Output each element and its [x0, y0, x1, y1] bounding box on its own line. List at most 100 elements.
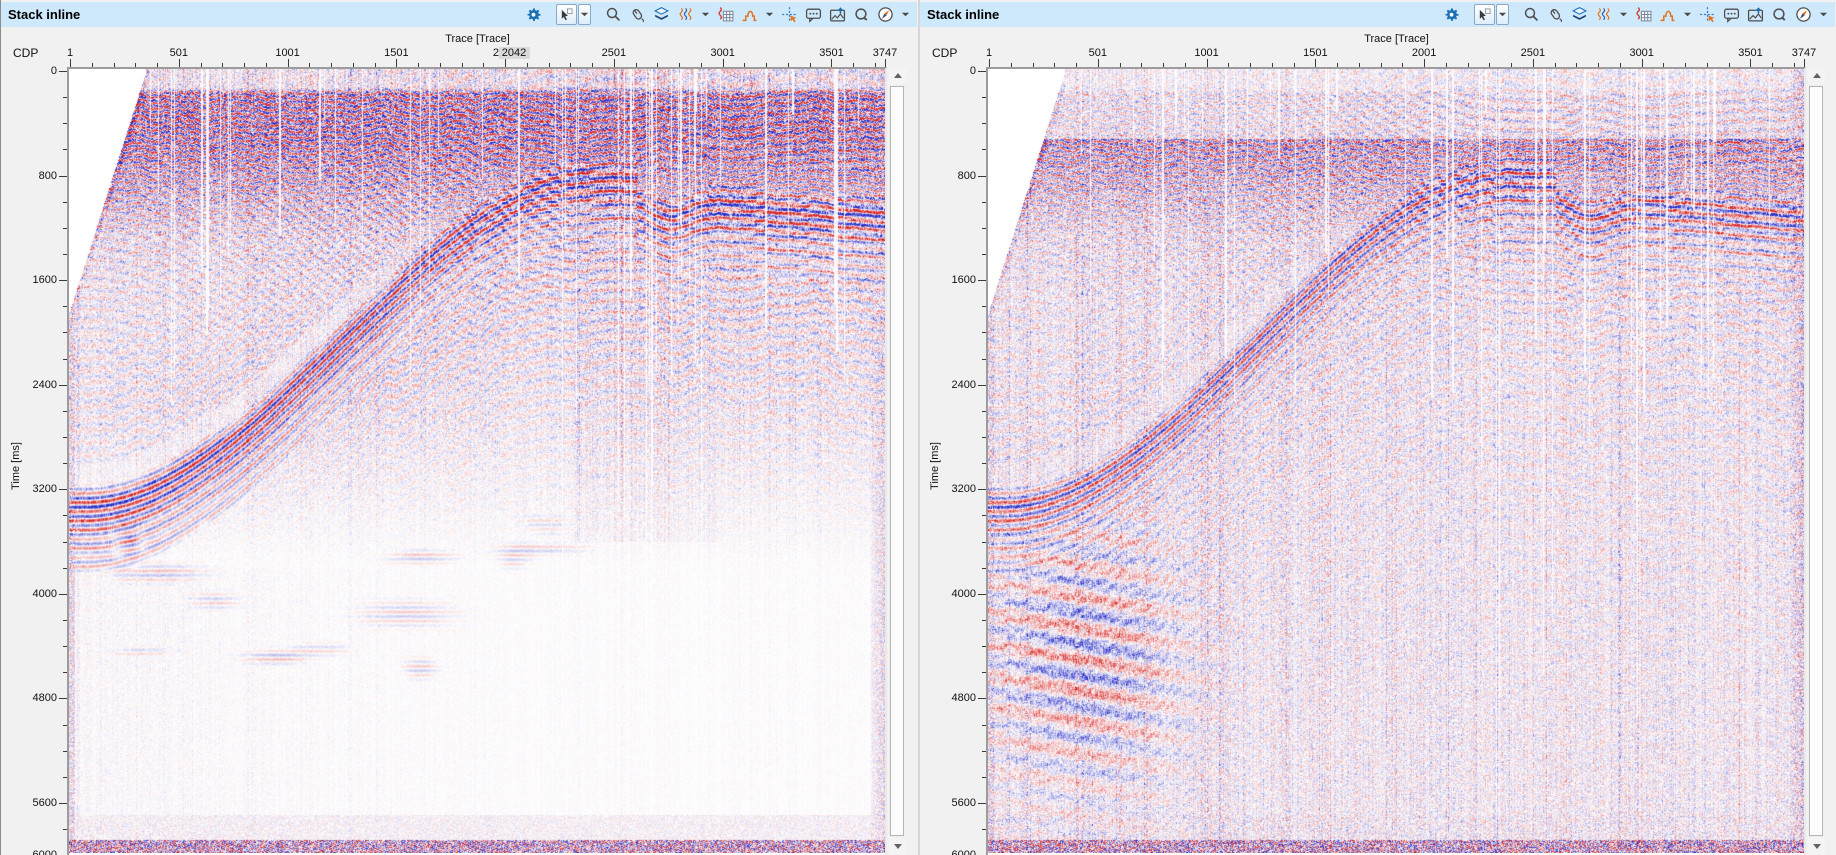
y-minor-tick — [982, 515, 986, 516]
x-tick-label: 1501 — [384, 47, 408, 59]
selection-mode-icon[interactable] — [556, 4, 577, 25]
y-minor-tick — [982, 542, 986, 543]
x-minor-tick — [440, 63, 441, 67]
x-minor-tick — [114, 63, 115, 67]
cdp-corner-label: CDP — [13, 46, 38, 60]
y-minor-tick — [63, 202, 67, 203]
layers-icon[interactable] — [651, 4, 672, 25]
y-tick-label: 1600 — [936, 274, 976, 286]
scrollbar-thumb[interactable] — [890, 86, 904, 836]
mouse-control-icon[interactable] — [627, 4, 648, 25]
y-minor-tick — [982, 149, 986, 150]
trace-table-icon[interactable] — [715, 4, 736, 25]
y-tick-mark — [978, 385, 986, 386]
x-minor-tick — [1033, 63, 1034, 67]
y-tick-label: 1600 — [17, 274, 57, 286]
compass-dropdown[interactable] — [899, 4, 912, 25]
x-minor-tick — [1729, 63, 1730, 67]
export-image-icon[interactable] — [827, 4, 848, 25]
annotations-icon[interactable] — [1721, 4, 1742, 25]
selection-mode-dropdown[interactable] — [578, 4, 591, 25]
y-minor-tick — [63, 568, 67, 569]
panel-title: Stack inline — [8, 7, 80, 22]
y-minor-tick — [63, 332, 67, 333]
wiggle-display-dropdown[interactable] — [699, 4, 712, 25]
scroll-up-button[interactable] — [1808, 67, 1825, 84]
panel-title: Stack inline — [927, 7, 999, 22]
x-minor-tick — [1381, 63, 1382, 67]
x-minor-tick — [201, 63, 202, 67]
zoom-icon[interactable] — [1521, 4, 1542, 25]
y-tick-mark — [59, 698, 67, 699]
x-tick-mark — [1750, 59, 1751, 67]
seismic-plot-frame — [986, 67, 1806, 855]
x-tick-mark — [70, 59, 71, 67]
amplitude-histogram-icon[interactable] — [1657, 4, 1678, 25]
zoom-icon[interactable] — [603, 4, 624, 25]
wiggle-display-icon[interactable] — [675, 4, 696, 25]
amplitude-histogram-icon[interactable] — [739, 4, 760, 25]
x-minor-tick — [266, 63, 267, 67]
x-minor-tick — [222, 63, 223, 67]
export-image-icon[interactable] — [1745, 4, 1766, 25]
cursor-tracking-icon[interactable] — [779, 4, 800, 25]
compass-icon[interactable] — [875, 4, 896, 25]
panel-titlebar: Stack inline — [1, 2, 917, 27]
cursor-tracking-icon[interactable] — [1697, 4, 1718, 25]
y-minor-tick — [982, 751, 986, 752]
wiggle-display-dropdown[interactable] — [1617, 4, 1630, 25]
compass-dropdown[interactable] — [1817, 4, 1830, 25]
y-minor-tick — [982, 646, 986, 647]
scroll-up-button[interactable] — [889, 67, 906, 84]
layers-icon[interactable] — [1569, 4, 1590, 25]
x-tick-label: 501 — [170, 47, 188, 59]
amplitude-histogram-dropdown[interactable] — [763, 4, 776, 25]
y-minor-tick — [63, 515, 67, 516]
x-minor-tick — [570, 63, 571, 67]
y-tick-mark — [978, 594, 986, 595]
panel-toolbar — [1441, 4, 1830, 25]
vertical-scrollbar[interactable] — [889, 67, 906, 855]
x-minor-tick — [1620, 63, 1621, 67]
x-minor-tick — [418, 63, 419, 67]
x-minor-tick — [875, 63, 876, 67]
y-minor-tick — [63, 542, 67, 543]
seismic-section-canvas[interactable] — [69, 69, 885, 853]
scroll-down-button[interactable] — [1808, 838, 1825, 855]
x-minor-tick — [462, 63, 463, 67]
compass-icon[interactable] — [1793, 4, 1814, 25]
x-tick-label: 3747 — [873, 47, 897, 59]
y-tick-mark — [978, 803, 986, 804]
y-minor-tick — [982, 411, 986, 412]
x-tick-mark — [505, 59, 506, 67]
scrollbar-thumb[interactable] — [1809, 86, 1823, 836]
cursor-trace-readout: 2042 — [499, 47, 529, 59]
annotations-icon[interactable] — [803, 4, 824, 25]
y-minor-tick — [982, 672, 986, 673]
vertical-scrollbar[interactable] — [1808, 67, 1825, 855]
mouse-control-icon[interactable] — [1545, 4, 1566, 25]
x-minor-tick — [1120, 63, 1121, 67]
seismic-section-canvas[interactable] — [988, 69, 1804, 853]
x-minor-tick — [1076, 63, 1077, 67]
x-tick-label: 3001 — [1629, 47, 1653, 59]
x-minor-tick — [157, 63, 158, 67]
trace-table-icon[interactable] — [1633, 4, 1654, 25]
x-minor-tick — [657, 63, 658, 67]
x-tick-mark — [1804, 59, 1805, 67]
y-minor-tick — [982, 359, 986, 360]
y-minor-tick — [63, 725, 67, 726]
zoom-region-icon[interactable] — [1769, 4, 1790, 25]
y-tick-label: 3200 — [17, 483, 57, 495]
x-minor-tick — [1685, 63, 1686, 67]
y-tick-mark — [978, 280, 986, 281]
scroll-down-button[interactable] — [889, 838, 906, 855]
zoom-region-icon[interactable] — [851, 4, 872, 25]
settings-icon[interactable] — [523, 4, 544, 25]
settings-icon[interactable] — [1441, 4, 1462, 25]
amplitude-histogram-dropdown[interactable] — [1681, 4, 1694, 25]
selection-mode-icon[interactable] — [1474, 4, 1495, 25]
wiggle-display-icon[interactable] — [1593, 4, 1614, 25]
selection-mode-dropdown[interactable] — [1496, 4, 1509, 25]
x-minor-tick — [1511, 63, 1512, 67]
